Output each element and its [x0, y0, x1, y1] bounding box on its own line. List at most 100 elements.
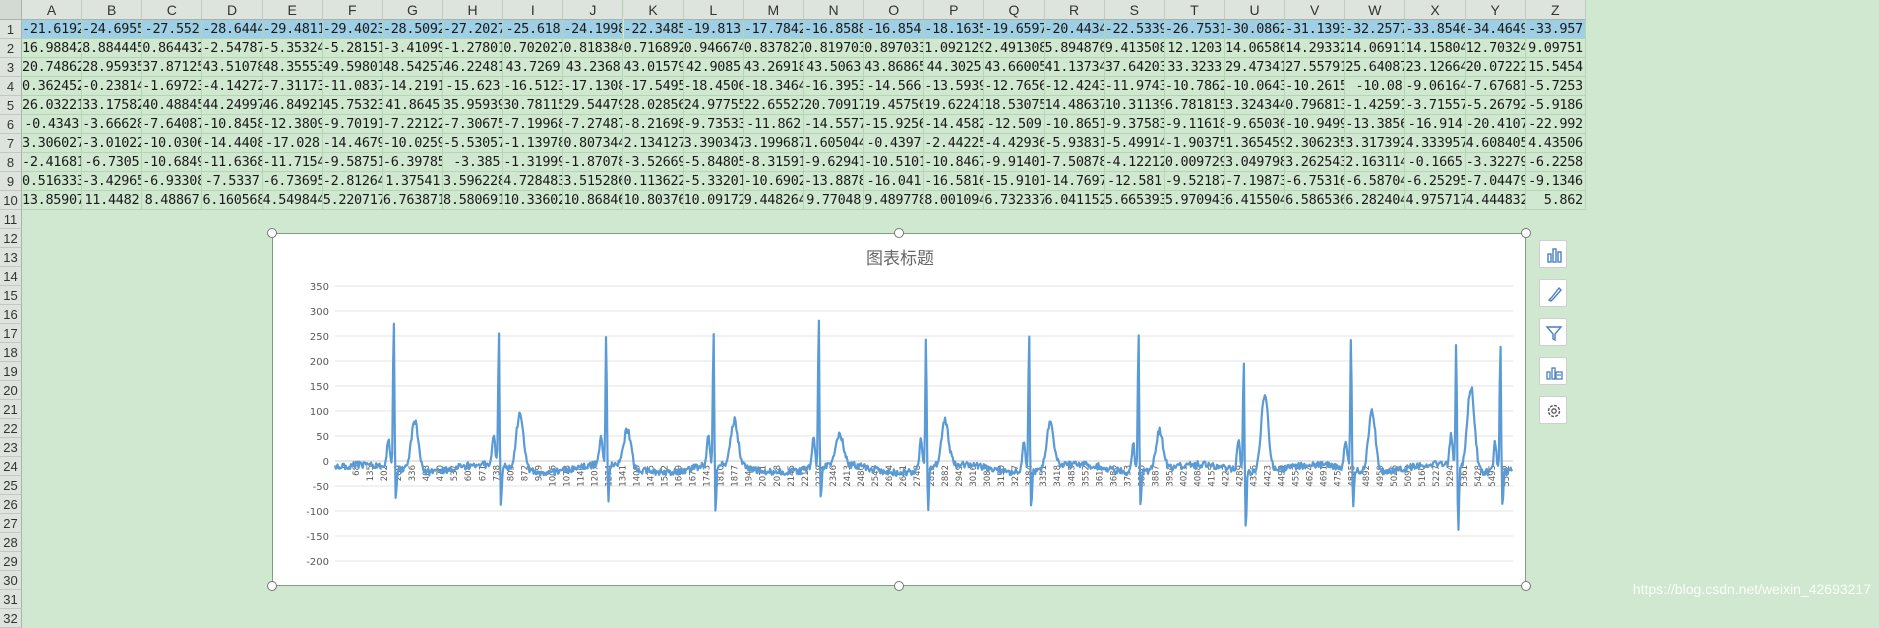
cell[interactable]: 9.77048 [803, 191, 865, 210]
cell[interactable]: -15.9101 [984, 172, 1045, 191]
row-header[interactable]: 5 [0, 96, 22, 115]
cell[interactable]: 24.97755 [683, 96, 744, 115]
cell[interactable]: -9.70191 [322, 115, 383, 134]
cell[interactable]: -14.7697 [1044, 172, 1105, 191]
cell[interactable]: -10.7862 [1164, 77, 1225, 96]
cell[interactable]: 25.64087 [1345, 58, 1406, 77]
cell[interactable]: 0.819703 [803, 39, 865, 58]
cell[interactable]: -7.67681 [1465, 77, 1526, 96]
column-header[interactable]: P [924, 0, 985, 20]
cell[interactable]: 5.220717 [322, 191, 383, 210]
cell[interactable]: 14.06911 [1345, 39, 1406, 58]
chart-filter-button[interactable] [1539, 318, 1567, 346]
cell[interactable]: 4.975717 [1405, 191, 1466, 210]
row-header[interactable]: 25 [0, 476, 22, 495]
cell[interactable]: -6.58704 [1345, 172, 1406, 191]
cell[interactable]: -6.75316 [1285, 172, 1346, 191]
cell[interactable]: -10.08 [1345, 77, 1406, 96]
column-header[interactable]: O [864, 0, 925, 20]
cell[interactable]: -2.41681 [22, 153, 83, 172]
cell[interactable]: 6.781815 [1164, 96, 1225, 115]
column-header[interactable]: Z [1525, 0, 1586, 20]
column-header[interactable]: Q [984, 0, 1045, 20]
cell[interactable]: -5.33201 [683, 172, 744, 191]
chart-elements-button[interactable] [1539, 240, 1567, 268]
cell[interactable]: -22.5339 [1104, 20, 1165, 39]
cell[interactable]: -3.71557 [1405, 96, 1466, 115]
cell[interactable]: -5.28151 [322, 39, 383, 58]
cell[interactable]: 0.702027 [503, 39, 564, 58]
cell[interactable]: 5.970943 [1164, 191, 1225, 210]
row-header[interactable]: 3 [0, 58, 22, 77]
cell[interactable]: -15.9256 [864, 115, 925, 134]
cell[interactable]: -6.7305 [82, 153, 143, 172]
cell[interactable]: -20.4434 [1044, 20, 1105, 39]
cell[interactable]: 0.837827 [743, 39, 804, 58]
cell[interactable]: 0.864432 [142, 39, 203, 58]
cell[interactable]: 12.1203 [1164, 39, 1225, 58]
cell[interactable]: 8.001094 [924, 191, 985, 210]
cell[interactable]: -7.31173 [262, 77, 323, 96]
cell[interactable]: 4.608405 [1465, 134, 1526, 153]
cell[interactable]: 5.894876 [1044, 39, 1105, 58]
cell[interactable]: 0.818384 [563, 39, 624, 58]
cell[interactable]: 9.09751 [1525, 39, 1586, 58]
cell[interactable]: 0.113622 [623, 172, 684, 191]
cell[interactable]: 3.515286 [563, 172, 624, 191]
cell[interactable]: -19.813 [683, 20, 744, 39]
cell[interactable]: 43.66005 [984, 58, 1045, 77]
cell[interactable]: -10.0643 [1225, 77, 1286, 96]
cell[interactable]: -10.6849 [142, 153, 203, 172]
cell[interactable]: -1.42591 [1345, 96, 1406, 115]
column-header[interactable]: V [1285, 0, 1346, 20]
cell[interactable]: 42.9085 [683, 58, 744, 77]
cell[interactable]: -16.854 [864, 20, 925, 39]
cell[interactable]: -34.4649 [1465, 20, 1526, 39]
row-header[interactable]: 29 [0, 552, 22, 571]
cell[interactable]: -4.12212 [1104, 153, 1165, 172]
row-header[interactable]: 24 [0, 457, 22, 476]
cell[interactable]: -9.52187 [1164, 172, 1225, 191]
cell[interactable]: 5.862 [1525, 191, 1586, 210]
cell[interactable]: -17.1308 [563, 77, 624, 96]
cell[interactable]: -4.14272 [202, 77, 263, 96]
cell[interactable]: -1.90375 [1164, 134, 1225, 153]
column-header[interactable]: N [803, 0, 865, 20]
cell[interactable]: 49.59801 [322, 58, 383, 77]
cell[interactable]: 9.448264 [743, 191, 804, 210]
cell[interactable]: -9.37583 [1104, 115, 1165, 134]
cell[interactable]: -7.50878 [1044, 153, 1105, 172]
cell[interactable]: -11.6368 [202, 153, 263, 172]
cell[interactable]: 41.13734 [1044, 58, 1105, 77]
cell[interactable]: -5.26792 [1465, 96, 1526, 115]
cell[interactable]: 44.3025 [924, 58, 985, 77]
cell[interactable]: 3.324344 [1225, 96, 1286, 115]
cell[interactable]: -0.4343 [22, 115, 83, 134]
cell[interactable]: 2.134127 [623, 134, 684, 153]
cell[interactable]: 6.415504 [1225, 191, 1286, 210]
cell[interactable]: 3.317392 [1345, 134, 1406, 153]
cell[interactable]: 29.47341 [1225, 58, 1286, 77]
cell[interactable]: 6.763871 [382, 191, 444, 210]
cell[interactable]: -3.52669 [623, 153, 684, 172]
cell[interactable]: 0.946674 [683, 39, 744, 58]
cell[interactable]: -12.7656 [984, 77, 1045, 96]
cell[interactable]: 0.897033 [864, 39, 925, 58]
cell[interactable]: -17.7842 [743, 20, 804, 39]
column-header[interactable]: W [1345, 0, 1406, 20]
cell[interactable]: -1.87078 [563, 153, 624, 172]
cell[interactable]: 9.489778 [864, 191, 925, 210]
cell[interactable]: 5.665393 [1104, 191, 1165, 210]
column-header[interactable]: D [202, 0, 263, 20]
cell[interactable]: -8.21698 [623, 115, 684, 134]
cell[interactable]: -33.8546 [1405, 20, 1466, 39]
select-all-corner[interactable] [0, 0, 22, 20]
column-header[interactable]: S [1104, 0, 1165, 20]
cell[interactable]: 14.29332 [1285, 39, 1346, 58]
row-header[interactable]: 13 [0, 248, 22, 267]
cell[interactable]: -22.3485 [623, 20, 684, 39]
cell[interactable]: -3.32279 [1465, 153, 1526, 172]
cell[interactable]: -16.5123 [503, 77, 564, 96]
cell[interactable]: 3.262543 [1285, 153, 1346, 172]
cell[interactable]: 0.716892 [623, 39, 684, 58]
